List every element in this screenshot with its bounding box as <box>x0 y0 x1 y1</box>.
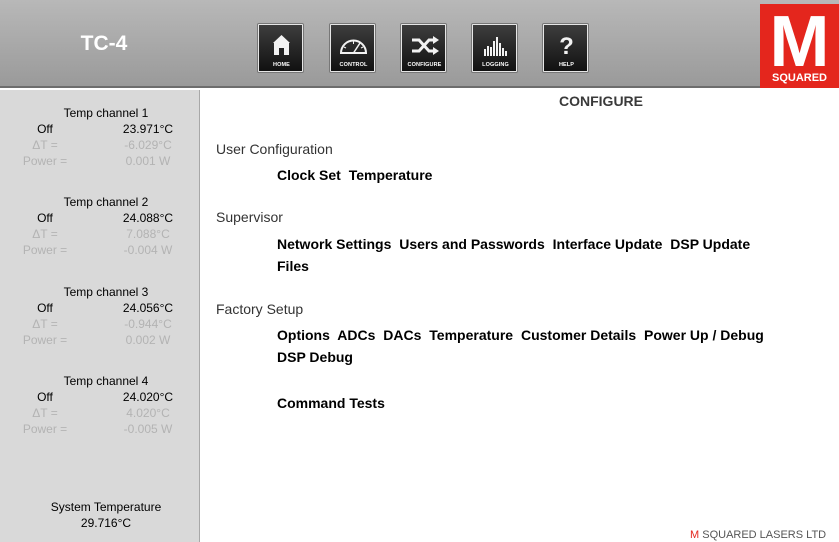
channel-state: Off <box>37 301 53 315</box>
nav-help-button[interactable]: ? HELP <box>543 24 588 72</box>
channel-state: Off <box>37 390 53 404</box>
temperature-factory-link[interactable]: Temperature <box>429 327 513 343</box>
channel-temperature: 23.971°C <box>122 122 174 136</box>
command-tests-link[interactable]: Command Tests <box>277 395 385 411</box>
users-and-passwords-link[interactable]: Users and Passwords <box>399 236 545 252</box>
supervisor-links-2: Files <box>277 258 313 274</box>
shuffle-icon <box>412 36 439 55</box>
channel-temperature: 24.056°C <box>122 301 174 315</box>
logo-word: SQUARED <box>771 72 827 84</box>
gauge-icon <box>339 39 368 54</box>
nav-logging-button[interactable]: LOGGING <box>472 24 517 72</box>
network-settings-link[interactable]: Network Settings <box>277 236 391 252</box>
system-temperature-label: System Temperature <box>50 500 162 514</box>
delta-t-label: ΔT = <box>32 317 58 331</box>
section-factory-setup: Factory Setup <box>216 301 304 317</box>
header-bar: TC-4 HOME CONTROL CONFIGURE LOGGING ? HE… <box>0 0 839 88</box>
power-value: -0.004 W <box>123 243 173 257</box>
svg-text:?: ? <box>559 33 574 60</box>
power-label: Power = <box>22 243 68 257</box>
factory-setup-links: Options ADCs DACs Temperature Customer D… <box>277 327 768 343</box>
channel-state: Off <box>37 122 53 136</box>
power-label: Power = <box>22 333 68 347</box>
power-value: 0.001 W <box>125 154 171 168</box>
options-link[interactable]: Options <box>277 327 330 343</box>
channel-temperature: 24.088°C <box>122 211 174 225</box>
channel-title: Temp channel 1 <box>63 106 149 120</box>
user-configuration-links: Clock Set Temperature <box>277 167 436 183</box>
power-value: -0.005 W <box>123 422 173 436</box>
channel-title: Temp channel 3 <box>63 285 149 299</box>
adcs-link[interactable]: ADCs <box>337 327 375 343</box>
section-user-configuration: User Configuration <box>216 141 333 157</box>
section-supervisor: Supervisor <box>216 209 283 225</box>
bar-chart-icon <box>484 37 507 56</box>
channel-title: Temp channel 4 <box>63 374 149 388</box>
channel-state: Off <box>37 211 53 225</box>
delta-t-value: -0.944°C <box>124 317 172 331</box>
nav-configure-button[interactable]: CONFIGURE <box>401 24 446 72</box>
device-title: TC-4 <box>80 32 128 55</box>
question-icon: ? <box>559 33 574 60</box>
footer-brand: M SQUARED LASERS LTD <box>690 529 826 541</box>
nav-control-label: CONTROL <box>339 62 368 68</box>
temperature-link[interactable]: Temperature <box>349 167 433 183</box>
nav-home-label: HOME <box>273 62 290 68</box>
m-squared-logo: M SQUARED <box>760 2 839 88</box>
channel-temperature: 24.020°C <box>122 390 174 404</box>
nav-configure-label: CONFIGURE <box>407 62 442 68</box>
delta-t-label: ΔT = <box>32 138 58 152</box>
supervisor-links: Network Settings Users and Passwords Int… <box>277 236 754 252</box>
files-link[interactable]: Files <box>277 258 309 274</box>
dsp-update-link[interactable]: DSP Update <box>670 236 750 252</box>
home-icon <box>273 35 290 55</box>
page-title: CONFIGURE <box>559 93 643 109</box>
configure-panel: CONFIGURE User Configuration Clock Set T… <box>201 90 839 542</box>
clock-set-link[interactable]: Clock Set <box>277 167 341 183</box>
dsp-debug-link[interactable]: DSP Debug <box>277 349 353 365</box>
factory-setup-links-3: Command Tests <box>277 395 389 411</box>
delta-t-label: ΔT = <box>32 406 58 420</box>
nav-help-label: HELP <box>558 62 575 68</box>
customer-details-link[interactable]: Customer Details <box>521 327 636 343</box>
delta-t-value: 4.020°C <box>126 406 170 420</box>
status-sidebar: Temp channel 1 Off 23.971°C ΔT = -6.029°… <box>0 90 200 542</box>
channel-title: Temp channel 2 <box>63 195 149 209</box>
delta-t-value: -6.029°C <box>124 138 172 152</box>
footer-brand-accent: M <box>690 529 700 541</box>
power-value: 0.002 W <box>125 333 171 347</box>
delta-t-label: ΔT = <box>32 227 58 241</box>
interface-update-link[interactable]: Interface Update <box>553 236 663 252</box>
nav-logging-label: LOGGING <box>482 62 509 68</box>
nav-home-button[interactable]: HOME <box>258 24 303 72</box>
nav-control-button[interactable]: CONTROL <box>330 24 375 72</box>
delta-t-value: 7.088°C <box>126 227 170 241</box>
dacs-link[interactable]: DACs <box>383 327 421 343</box>
factory-setup-links-2: DSP Debug <box>277 349 357 365</box>
power-up-debug-link[interactable]: Power Up / Debug <box>644 327 764 343</box>
footer-brand-text: SQUARED LASERS LTD <box>699 529 827 541</box>
logo-letter: M <box>769 2 830 82</box>
power-label: Power = <box>22 422 68 436</box>
system-temperature-value: 29.716°C <box>80 516 132 530</box>
power-label: Power = <box>22 154 68 168</box>
